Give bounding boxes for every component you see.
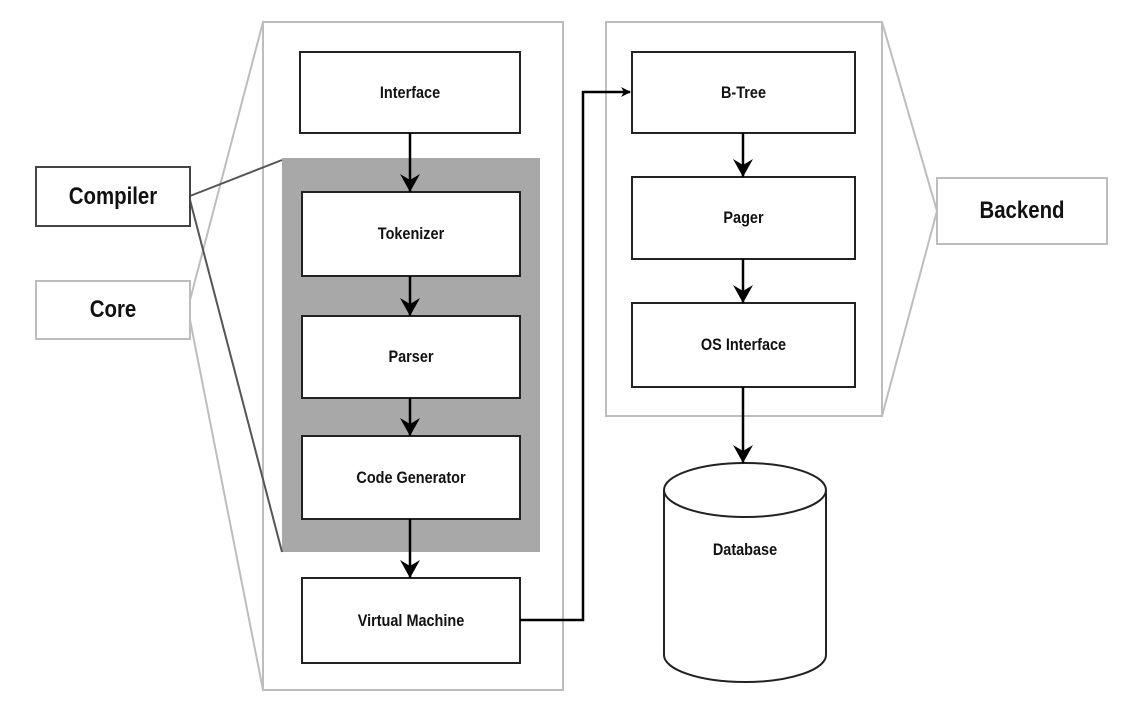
- database-cylinder: [663, 462, 827, 683]
- interface-label: Interface: [379, 82, 441, 102]
- os-interface-label: OS Interface: [700, 335, 787, 354]
- core-label: Core: [89, 296, 137, 323]
- compiler-connector-top: [189, 159, 283, 197]
- btree-label: B-Tree: [721, 82, 766, 102]
- architecture-diagram: [35, 21, 1108, 691]
- tokenizer-label: Tokenizer: [377, 224, 445, 243]
- compiler-connector-bottom: [189, 199, 283, 553]
- backend-label: Backend: [979, 197, 1065, 224]
- compiler-label: Compiler: [68, 182, 158, 210]
- backend-connector-top: [881, 21, 938, 212]
- virtual-machine-label: Virtual Machine: [357, 610, 465, 630]
- database-label: Database: [712, 540, 778, 559]
- backend-connector-bottom: [881, 210, 938, 417]
- code-generator-label: Code Generator: [356, 467, 466, 487]
- core-connector-top: [189, 21, 264, 301]
- pager-label: Pager: [723, 208, 764, 227]
- core-connector-bottom: [189, 319, 264, 691]
- parser-label: Parser: [388, 347, 434, 366]
